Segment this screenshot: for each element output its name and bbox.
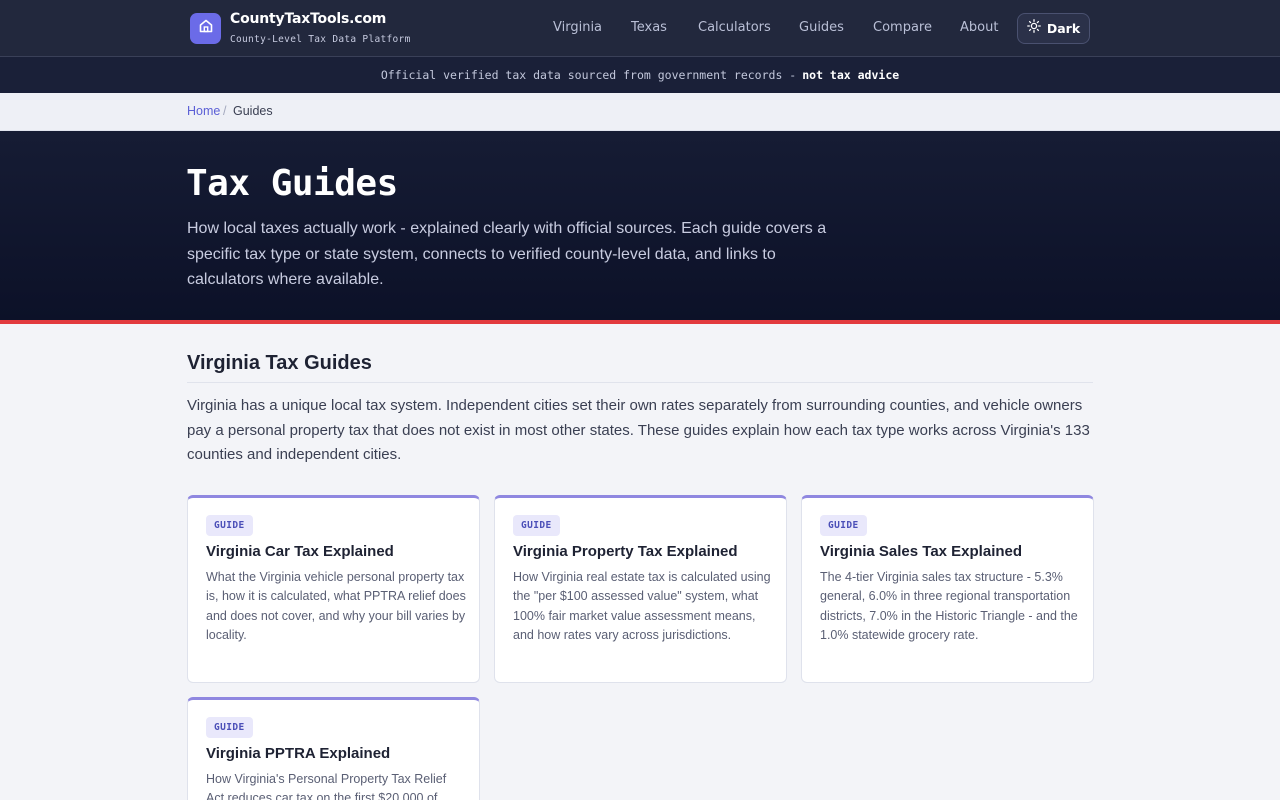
sun-icon: [1026, 19, 1041, 38]
guide-badge: GUIDE: [206, 515, 253, 536]
nav-item-guides[interactable]: Guides: [799, 20, 844, 35]
nav-item-calculators[interactable]: Calculators: [698, 20, 771, 35]
site-header: CountyTaxTools.com County-Level Tax Data…: [0, 0, 1280, 57]
nav-item-about[interactable]: About: [960, 20, 998, 35]
notice-emphasis: not tax advice: [802, 68, 900, 82]
nav-item-virginia[interactable]: Virginia: [553, 20, 602, 35]
guide-description: How Virginia real estate tax is calculat…: [513, 570, 771, 643]
breadcrumb-current: Guides: [233, 104, 273, 118]
section-description: Virginia has a unique local tax system. …: [187, 397, 1090, 463]
breadcrumb-separator: /: [223, 104, 227, 118]
guide-title[interactable]: Virginia Property Tax Explained: [513, 543, 738, 560]
guide-card-pptra[interactable]: GUIDE Virginia PPTRA Explained How Virgi…: [187, 697, 480, 800]
brand-name[interactable]: CountyTaxTools.com: [230, 11, 386, 27]
home-icon: [198, 18, 214, 39]
guide-badge: GUIDE: [513, 515, 560, 536]
hero-description: How local taxes actually work - explaine…: [187, 220, 827, 288]
logo[interactable]: [190, 13, 221, 44]
guide-badge: GUIDE: [820, 515, 867, 536]
guide-description: The 4-tier Virginia sales tax structure …: [820, 570, 1078, 643]
dark-mode-label: Dark: [1046, 21, 1081, 36]
nav-item-texas[interactable]: Texas: [631, 20, 667, 35]
notice-text: Official verified tax data sourced from …: [380, 68, 797, 82]
guide-title[interactable]: Virginia Car Tax Explained: [206, 543, 394, 560]
guide-description: What the Virginia vehicle personal prope…: [206, 570, 466, 643]
page-title: Tax Guides: [186, 163, 398, 204]
guide-title[interactable]: Virginia Sales Tax Explained: [820, 543, 1022, 560]
guide-card-property-tax[interactable]: GUIDE Virginia Property Tax Explained Ho…: [494, 495, 787, 683]
guide-badge: GUIDE: [206, 717, 253, 738]
section-divider: [187, 382, 1093, 383]
guide-description: How Virginia's Personal Property Tax Rel…: [206, 772, 447, 800]
guide-card-car-tax[interactable]: GUIDE Virginia Car Tax Explained What th…: [187, 495, 480, 683]
breadcrumb: Home / Guides: [0, 93, 1280, 131]
dark-mode-toggle[interactable]: Dark: [1017, 13, 1090, 44]
brand-tagline: County-Level Tax Data Platform: [230, 34, 411, 45]
guide-title[interactable]: Virginia PPTRA Explained: [206, 745, 390, 762]
guide-card-sales-tax[interactable]: GUIDE Virginia Sales Tax Explained The 4…: [801, 495, 1094, 683]
data-notice-bar: Official verified tax data sourced from …: [0, 57, 1280, 93]
nav-item-compare[interactable]: Compare: [873, 20, 932, 35]
breadcrumb-home-link[interactable]: Home: [187, 104, 220, 118]
hero-accent-divider: [0, 320, 1280, 324]
section-title: Virginia Tax Guides: [187, 352, 372, 374]
